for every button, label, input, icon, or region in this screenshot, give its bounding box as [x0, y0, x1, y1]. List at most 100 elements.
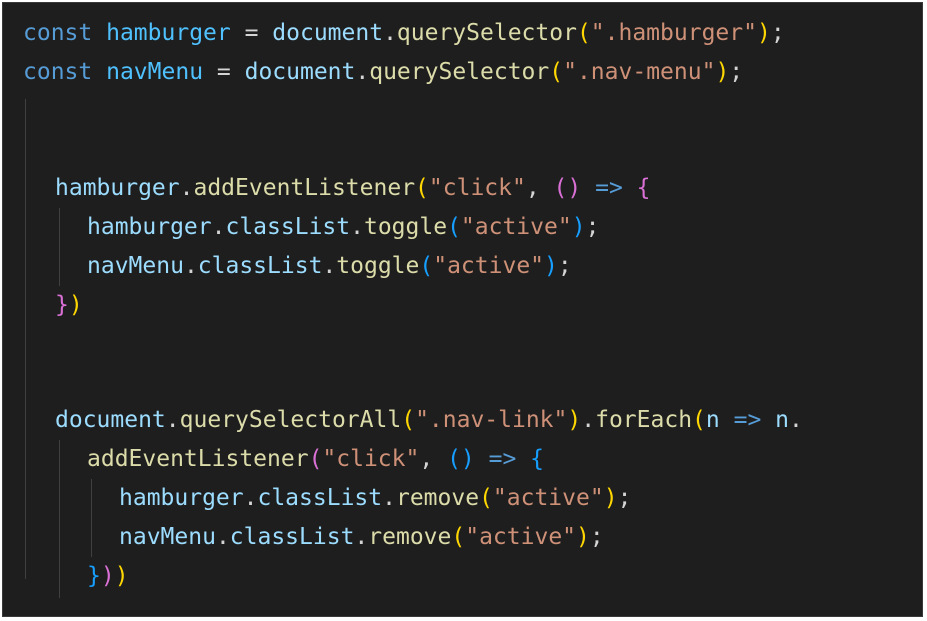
keyword-token: const [23, 59, 93, 85]
dot-token: . [165, 407, 180, 433]
object-token: document [272, 20, 384, 46]
code-editor[interactable]: const hamburger = document.querySelector… [2, 2, 923, 617]
brace-token: { [636, 175, 651, 201]
bracket-token: ) [544, 253, 558, 279]
dot-token: . [350, 214, 364, 240]
dot-token: . [179, 175, 194, 201]
bracket-token: ( [447, 214, 461, 240]
object-token: hamburger [87, 214, 212, 240]
object-token: document [55, 407, 166, 433]
arrow-token: => [474, 446, 531, 472]
dot-token: . [211, 214, 226, 240]
object-token: navMenu [119, 524, 216, 550]
bracket-token: ( [308, 446, 323, 472]
operator-token: = [203, 59, 245, 85]
method-token: remove [395, 485, 480, 511]
method-token: querySelector [369, 59, 550, 85]
bracket-token: ( [401, 407, 416, 433]
bracket-token: ) [715, 59, 730, 85]
bracket-token: ( [447, 446, 461, 472]
object-token: navMenu [87, 253, 184, 279]
bracket-token: ) [100, 563, 115, 589]
bracket-token: ) [576, 524, 590, 550]
code-line-12: addEventListener("click", () => { [87, 440, 544, 478]
parameter-token: n [775, 407, 790, 433]
string-token: ".nav-menu" [563, 59, 716, 85]
property-token: classList [197, 253, 323, 279]
code-line-15: })) [87, 557, 129, 595]
bracket-token: ) [603, 485, 618, 511]
dot-token: . [243, 485, 258, 511]
code-line-8: }) [55, 286, 83, 324]
dot-token: . [354, 524, 369, 550]
constant-token: navMenu [106, 59, 204, 85]
semicolon-token: ; [729, 59, 744, 85]
keyword-token: const [23, 20, 93, 46]
semicolon-token: ; [557, 253, 572, 279]
operator-token: = [230, 20, 273, 46]
bracket-token: ( [692, 407, 706, 433]
method-token: addEventListener [193, 175, 416, 201]
bracket-token: ) [571, 214, 586, 240]
code-line-13: hamburger.classList.remove("active"); [119, 479, 631, 517]
dot-token: . [183, 253, 198, 279]
property-token: classList [257, 485, 383, 511]
string-token: "active" [433, 253, 545, 279]
bracket-token: ( [549, 59, 564, 85]
method-token: addEventListener [87, 446, 309, 472]
string-token: "active" [465, 524, 577, 550]
bracket-token: ( [419, 253, 434, 279]
brace-token: { [530, 446, 545, 472]
semicolon-token: ; [617, 485, 632, 511]
bracket-token: ) [114, 563, 129, 589]
semicolon-token: ; [589, 524, 604, 550]
bracket-token: ) [68, 292, 83, 318]
dot-token: . [383, 20, 397, 46]
bracket-token: ) [567, 175, 582, 201]
code-line-2: const navMenu = document.querySelector("… [23, 53, 743, 91]
method-token: remove [368, 524, 452, 550]
bracket-token: ( [479, 485, 493, 511]
code-line-11: document.querySelectorAll(".nav-link").f… [55, 401, 803, 439]
method-token: toggle [336, 253, 420, 279]
brace-token: } [55, 292, 69, 318]
string-token: ".nav-link" [415, 407, 568, 433]
string-token: "active" [492, 485, 604, 511]
indent-guide [59, 440, 60, 598]
method-token: querySelector [396, 20, 577, 46]
object-token: hamburger [119, 485, 244, 511]
parameter-token: n [705, 407, 720, 433]
string-token: "click" [428, 175, 526, 201]
comma-token: , [419, 446, 448, 472]
method-token: toggle [363, 214, 448, 240]
constant-token: hamburger [106, 20, 231, 46]
code-line-7: navMenu.classList.toggle("active"); [87, 247, 572, 285]
code-line-1: const hamburger = document.querySelector… [23, 14, 785, 52]
dot-token: . [789, 407, 803, 433]
semicolon-token: ; [770, 20, 785, 46]
semicolon-token: ; [585, 214, 600, 240]
dot-token: . [355, 59, 370, 85]
bracket-token: ) [756, 20, 771, 46]
dot-token: . [581, 407, 596, 433]
indent-guide [91, 479, 92, 557]
property-token: classList [229, 524, 355, 550]
indent-guide [25, 99, 26, 579]
brace-token: } [87, 563, 101, 589]
object-token: hamburger [55, 175, 180, 201]
method-token: forEach [595, 407, 693, 433]
bracket-token: ( [451, 524, 466, 550]
bracket-token: ) [460, 446, 475, 472]
string-token: ".hamburger" [590, 20, 757, 46]
arrow-token: => [581, 175, 637, 201]
code-line-5: hamburger.addEventListener("click", () =… [55, 169, 651, 207]
bracket-token: ) [567, 407, 582, 433]
dot-token: . [215, 524, 230, 550]
bracket-token: ( [553, 175, 568, 201]
object-token: document [244, 59, 356, 85]
dot-token: . [382, 485, 396, 511]
property-token: classList [225, 214, 351, 240]
code-line-6: hamburger.classList.toggle("active"); [87, 208, 599, 246]
indent-guide [59, 208, 60, 286]
comma-token: , [525, 175, 554, 201]
